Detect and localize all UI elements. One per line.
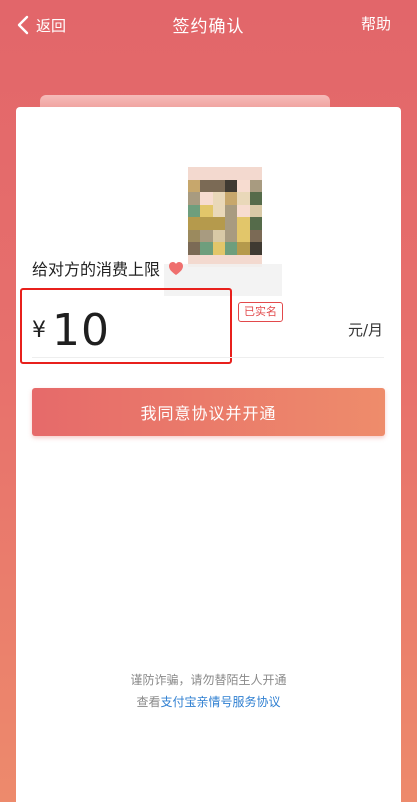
view-prefix: 查看: [136, 695, 161, 709]
divider: [32, 357, 384, 358]
amount-value: 10: [52, 304, 110, 356]
watermark-brand-row: Bai经验: [296, 758, 389, 787]
verified-badge: 已实名: [238, 302, 283, 322]
agree-and-activate-button[interactable]: 我同意协议并开通: [32, 388, 385, 436]
agreement-line: 查看支付宝亲情号服务协议: [0, 693, 417, 710]
paw-icon: [297, 764, 313, 780]
help-button[interactable]: 帮助: [361, 13, 391, 34]
fraud-warning: 谨防诈骗，请勿替陌生人开通: [130, 673, 287, 687]
limit-label-row: 给对方的消费上限: [32, 256, 184, 280]
watermark-url: jingyan.baidu.com: [299, 787, 381, 798]
avatar: [188, 167, 262, 267]
limit-label: 给对方的消费上限: [32, 260, 161, 279]
watermark: Bai经验 jingyan.baidu.com: [296, 758, 389, 798]
amount-input[interactable]: ¥ 10: [32, 300, 110, 360]
nav-bar: 返回 签约确认 帮助: [0, 0, 417, 50]
heart-icon: [169, 261, 184, 275]
watermark-brand: Bai经验: [317, 764, 389, 786]
currency-symbol: ¥: [32, 317, 46, 343]
amount-unit: 元/月: [347, 321, 383, 339]
agreement-link[interactable]: 支付宝亲情号服务协议: [161, 695, 281, 709]
page-title: 签约确认: [172, 17, 245, 37]
